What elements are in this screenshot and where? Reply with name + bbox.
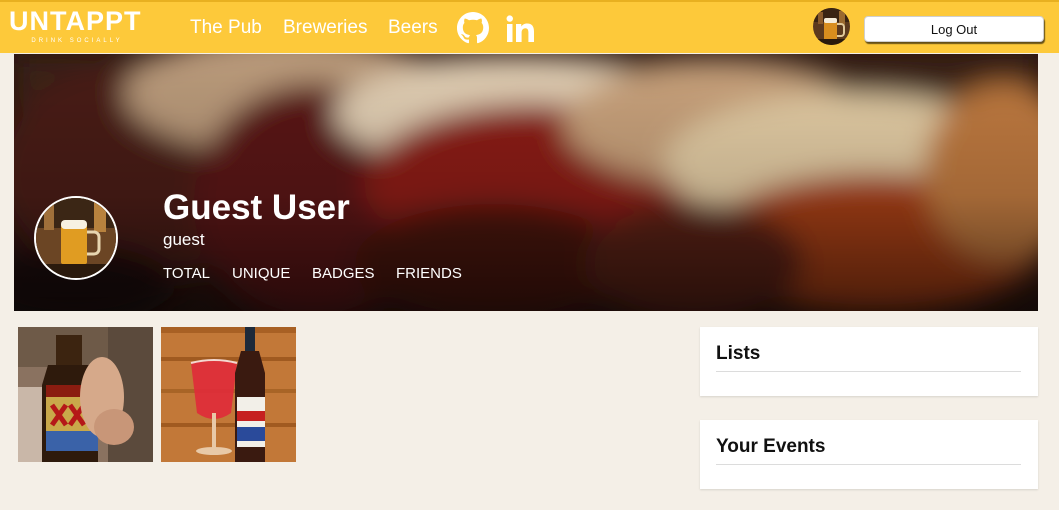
nav-link-beers[interactable]: Beers bbox=[388, 17, 438, 39]
photo-dos-equis[interactable] bbox=[18, 327, 153, 462]
untappt-logo[interactable]: UNTAPPT DRINK SOCIALLY bbox=[9, 6, 149, 50]
events-panel: Your Events bbox=[700, 420, 1038, 489]
stat-total[interactable]: TOTAL bbox=[163, 265, 210, 283]
photo-red-beer[interactable] bbox=[161, 327, 296, 462]
linkedin-icon[interactable] bbox=[506, 15, 536, 43]
logo-text: UNTAPPT bbox=[9, 6, 142, 36]
stat-unique[interactable]: UNIQUE bbox=[232, 265, 290, 283]
profile-avatar bbox=[34, 196, 118, 280]
events-divider bbox=[716, 464, 1021, 465]
stat-badges[interactable]: BADGES bbox=[312, 265, 375, 283]
github-icon[interactable] bbox=[457, 12, 489, 44]
stat-friends[interactable]: FRIENDS bbox=[396, 265, 462, 283]
log-out-button[interactable]: Log Out bbox=[864, 16, 1044, 42]
user-avatar[interactable] bbox=[813, 8, 850, 45]
top-navbar: UNTAPPT DRINK SOCIALLY The Pub Breweries… bbox=[0, 0, 1059, 53]
events-title: Your Events bbox=[716, 436, 826, 457]
profile-name: Guest User bbox=[163, 188, 350, 227]
lists-divider bbox=[716, 371, 1021, 372]
logo-tagline: DRINK SOCIALLY bbox=[31, 38, 123, 44]
lists-title: Lists bbox=[716, 343, 761, 364]
profile-banner: Guest User guest TOTAL UNIQUE BADGES FRI… bbox=[14, 54, 1038, 311]
nav-link-the-pub[interactable]: The Pub bbox=[190, 17, 262, 39]
lists-panel: Lists bbox=[700, 327, 1038, 396]
profile-username: guest bbox=[163, 230, 205, 249]
nav-link-breweries[interactable]: Breweries bbox=[283, 17, 367, 39]
